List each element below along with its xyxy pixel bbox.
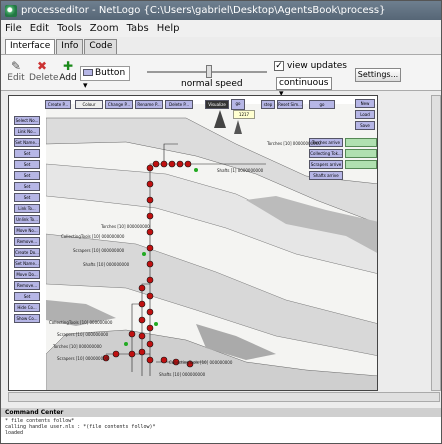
delete-button[interactable]: ✖ Delete [29, 59, 59, 83]
step-button[interactable]: step [261, 100, 275, 109]
save-button[interactable]: Save [355, 121, 375, 130]
widget-type-select[interactable]: Button ▾ [80, 66, 130, 91]
button-widget-icon [83, 69, 93, 76]
checkbox-icon[interactable]: ✓ [274, 61, 284, 71]
command-center-label: Command Center [1, 408, 441, 417]
view-updates-toggle[interactable]: ✓ view updates [274, 61, 347, 71]
scrapers-arrive-button[interactable]: Scrapers arrive [309, 160, 343, 169]
tab-interface[interactable]: Interface [5, 39, 56, 54]
collecting-tools-slider[interactable] [345, 149, 377, 158]
create-process-button[interactable]: Create P... [45, 100, 71, 109]
change-process-button[interactable]: Change P... [105, 100, 133, 109]
edit-button[interactable]: ✎ Edit [4, 59, 28, 83]
delete-label: Delete [29, 73, 59, 83]
process-monitor: Scrapers [10] 000000000 [57, 356, 109, 361]
speed-slider-knob[interactable] [206, 65, 212, 78]
pencil-icon: ✎ [10, 59, 22, 73]
torches-slider[interactable] [345, 138, 377, 147]
horizontal-scrollbar[interactable] [8, 392, 440, 402]
title-bar: processeditor - NetLogo {C:\Users\gabrie… [1, 1, 441, 20]
visualize-switch[interactable]: Visualize [205, 100, 229, 109]
process-monitor: CollectingTools [10] 000000000 [49, 320, 113, 325]
set-name-button[interactable]: Set Name... [14, 259, 40, 268]
set-shape-button[interactable]: Set Shape... [14, 160, 40, 169]
shafts-arrive-button[interactable]: Shafts arrive [309, 171, 343, 180]
interface-toolbar: ✎ Edit ✖ Delete ✚ Add Button ▾ normal sp… [1, 54, 441, 99]
output-line: loaded [5, 430, 24, 436]
edit-label: Edit [7, 73, 25, 83]
set-action-button[interactable]: Set Action... [14, 149, 40, 158]
set-name-button[interactable]: Set Name... [14, 138, 40, 147]
interface-canvas: Create P... Colour Shelf... Change P... … [8, 95, 378, 391]
set-colour-button[interactable]: Set Colour... [14, 193, 40, 202]
menu-file[interactable]: File [1, 23, 26, 34]
netlogo-app-icon [5, 4, 17, 17]
process-monitor: Shafts [10] 000000000 [83, 262, 130, 267]
process-monitor: CollectingTools [10] 000000000 [61, 234, 125, 239]
new-button[interactable]: New [355, 99, 375, 108]
menu-help[interactable]: Help [153, 23, 184, 34]
delete-process-button[interactable]: Delete P... [165, 100, 193, 109]
update-mode-value: continuous [279, 78, 329, 88]
rename-process-button[interactable]: Rename P... [135, 100, 163, 109]
create-dot-button[interactable]: Create Do... [14, 248, 40, 257]
menu-zoom[interactable]: Zoom [86, 23, 123, 34]
vertical-scrollbar[interactable] [431, 95, 441, 391]
process-monitor: Shafts [10] 000000000 [159, 372, 206, 377]
tab-strip: Interface Info Code [5, 39, 118, 54]
plus-icon: ✚ [62, 59, 74, 73]
add-label: Add [59, 73, 77, 83]
link-to-button[interactable]: Link To... [14, 204, 40, 213]
delete-icon: ✖ [36, 59, 48, 73]
tab-code[interactable]: Code [84, 39, 118, 54]
settings-button[interactable]: Settings... [355, 68, 401, 82]
unlink-to-button[interactable]: Unlink To... [14, 215, 40, 224]
show-controls-button[interactable]: Show Co... [14, 314, 40, 323]
window-title: processeditor - NetLogo {C:\Users\gabrie… [21, 5, 386, 16]
reset-sim-button[interactable]: Reset Sim... [277, 100, 303, 109]
remove-dot-button[interactable]: Remove... [14, 281, 40, 290]
widget-type-value: Button [95, 68, 126, 78]
select-node-button[interactable]: Select No... [14, 116, 40, 125]
process-monitor: Shafts [1] 0000000000 [217, 168, 264, 173]
command-center-output: * file contents follow* calling handle u… [1, 417, 441, 443]
add-button[interactable]: ✚ Add [56, 59, 80, 83]
tab-info[interactable]: Info [56, 39, 84, 54]
process-monitor: Scrapers [10] 000000000 [57, 332, 109, 337]
load-button[interactable]: Load [355, 110, 375, 119]
hide-controls-button[interactable]: Hide Co... [14, 303, 40, 312]
go-forever-button[interactable]: go [309, 100, 335, 109]
process-monitor: Torches [10] 000000000 [101, 224, 150, 229]
menu-tabs[interactable]: Tabs [123, 23, 153, 34]
set-colour-button[interactable]: Set Colour... [14, 292, 40, 301]
menu-tools[interactable]: Tools [53, 23, 86, 34]
menu-edit[interactable]: Edit [26, 23, 53, 34]
process-monitor: Torches [10] 00000000000 [267, 141, 321, 146]
update-mode-select[interactable]: continuous ▾ [276, 77, 332, 99]
process-monitor: CollectingTools [10] 000000000 [169, 360, 233, 365]
speed-label: normal speed [181, 79, 243, 89]
move-dot-button[interactable]: Move Do... [14, 270, 40, 279]
collecting-tools-arrive-button[interactable]: Collecting Tok... [309, 149, 343, 158]
menu-bar: File Edit Tools Zoom Tabs Help [1, 20, 441, 37]
process-monitor: Torches [10] 000000000 [53, 344, 102, 349]
link-node-button[interactable]: Link No... [14, 127, 40, 136]
set-colour-button[interactable]: Set Colour... [14, 171, 40, 180]
remove-node-button[interactable]: Remove... [14, 237, 40, 246]
ticks-monitor: 1217 [233, 110, 255, 119]
move-node-button[interactable]: Move No... [14, 226, 40, 235]
process-monitor: Scrapers [10] 000000000 [73, 248, 125, 253]
scrapers-slider[interactable] [345, 160, 377, 169]
set-colour-button[interactable]: Set Colour... [14, 182, 40, 191]
netlogo-window: processeditor - NetLogo {C:\Users\gabrie… [0, 0, 442, 444]
colour-shelf-button[interactable]: Colour Shelf... [75, 100, 103, 109]
go-button[interactable]: go [231, 99, 245, 110]
view-updates-label: view updates [287, 61, 347, 71]
